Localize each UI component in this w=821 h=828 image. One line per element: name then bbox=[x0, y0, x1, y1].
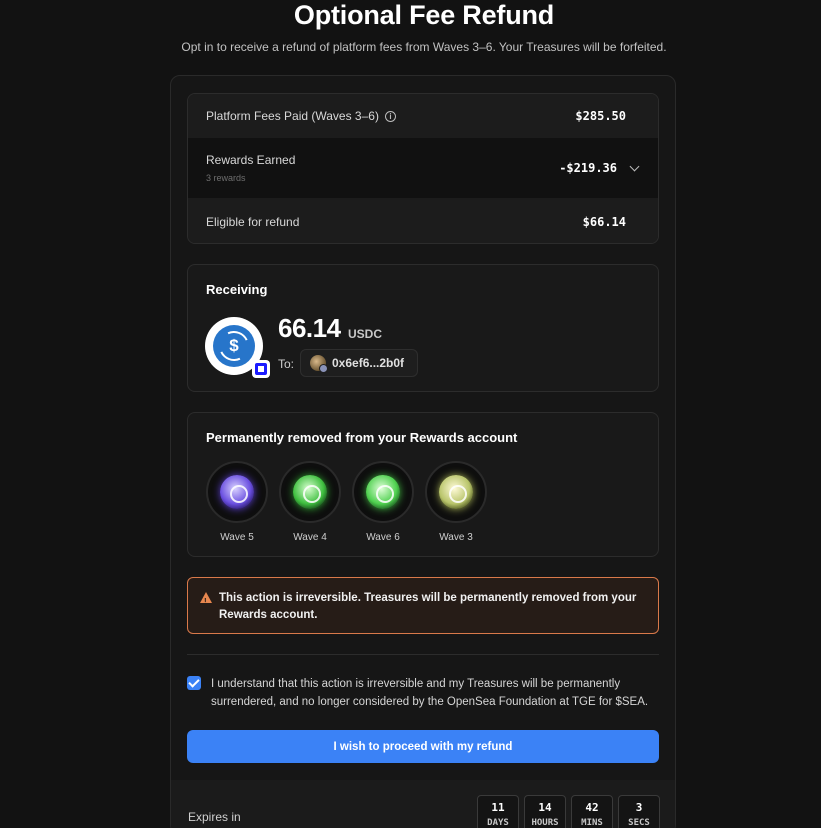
receiving-title: Receiving bbox=[206, 282, 268, 297]
wallet-address-chip[interactable]: 0x6ef6...2b0f bbox=[300, 349, 418, 377]
treasure-label: Wave 4 bbox=[293, 532, 327, 543]
expiry-section: Expires in 11 DAYS 14 HOURS 42 MINS 3 SE… bbox=[171, 780, 675, 828]
expires-label: Expires in bbox=[188, 810, 241, 824]
rewards-count: 3 rewards bbox=[206, 173, 246, 183]
receiving-unit: USDC bbox=[348, 327, 383, 341]
treasure-label: Wave 6 bbox=[366, 532, 400, 543]
page-subtitle: Opt in to receive a refund of platform f… bbox=[181, 40, 667, 54]
rewards-earned-label: Rewards Earned bbox=[206, 153, 296, 167]
chain-badge-icon bbox=[252, 360, 270, 378]
rewards-earned-row[interactable]: Rewards Earned 3 rewards -$219.36 bbox=[188, 138, 658, 198]
warning-icon bbox=[200, 592, 212, 610]
divider bbox=[187, 654, 659, 655]
treasure-wave-icon bbox=[439, 475, 473, 509]
chevron-down-icon[interactable] bbox=[629, 161, 640, 171]
eligible-refund-label: Eligible for refund bbox=[206, 214, 300, 229]
eligible-refund-row: Eligible for refund $66.14 bbox=[188, 198, 658, 243]
wallet-address: 0x6ef6...2b0f bbox=[332, 356, 405, 370]
countdown-timer: 11 DAYS 14 HOURS 42 MINS 3 SECS bbox=[477, 795, 660, 828]
treasure-item: Wave 6 bbox=[352, 461, 414, 543]
timer-secs: 3 SECS bbox=[618, 795, 660, 828]
fees-summary: Platform Fees Paid (Waves 3–6) i $285.50… bbox=[187, 93, 659, 244]
timer-hours: 14 HOURS bbox=[524, 795, 566, 828]
warning-text: This action is irreversible. Treasures w… bbox=[219, 592, 637, 621]
page-title: Optional Fee Refund bbox=[293, 0, 555, 30]
treasure-item: Wave 5 bbox=[206, 461, 268, 543]
consent-text[interactable]: I understand that this action is irrever… bbox=[211, 675, 661, 711]
treasure-item: Wave 3 bbox=[425, 461, 487, 543]
platform-fees-value: $285.50 bbox=[575, 109, 626, 123]
irreversible-warning: This action is irreversible. Treasures w… bbox=[187, 577, 659, 634]
treasure-label: Wave 5 bbox=[220, 532, 254, 543]
platform-fees-row: Platform Fees Paid (Waves 3–6) i $285.50 bbox=[188, 94, 658, 138]
wallet-avatar bbox=[310, 355, 328, 373]
refund-card: Platform Fees Paid (Waves 3–6) i $285.50… bbox=[170, 75, 676, 828]
removed-rewards-panel: Permanently removed from your Rewards ac… bbox=[187, 412, 659, 557]
timer-mins: 42 MINS bbox=[571, 795, 613, 828]
consent-checkbox[interactable] bbox=[187, 676, 201, 690]
info-icon[interactable]: i bbox=[384, 110, 396, 122]
removed-rewards-title: Permanently removed from your Rewards ac… bbox=[206, 430, 518, 445]
treasure-item: Wave 4 bbox=[279, 461, 341, 543]
treasure-label: Wave 3 bbox=[439, 532, 473, 543]
treasure-wave-icon bbox=[293, 475, 327, 509]
to-label: To: bbox=[278, 357, 295, 371]
treasure-wave-icon bbox=[220, 475, 254, 509]
timer-days: 11 DAYS bbox=[477, 795, 519, 828]
treasure-wave-icon bbox=[366, 475, 400, 509]
rewards-earned-value: -$219.36 bbox=[559, 161, 617, 175]
receiving-amount: 66.14 bbox=[278, 313, 341, 343]
treasure-list: Wave 5 Wave 4 Wave 6 Wave 3 bbox=[206, 461, 487, 543]
receiving-panel: Receiving $ 66.14 USDC To: 0x6ef6...2b0f bbox=[187, 264, 659, 392]
platform-fees-label: Platform Fees Paid (Waves 3–6) bbox=[206, 109, 379, 123]
eligible-refund-value: $66.14 bbox=[582, 214, 626, 229]
proceed-refund-button[interactable]: I wish to proceed with my refund bbox=[187, 730, 659, 763]
